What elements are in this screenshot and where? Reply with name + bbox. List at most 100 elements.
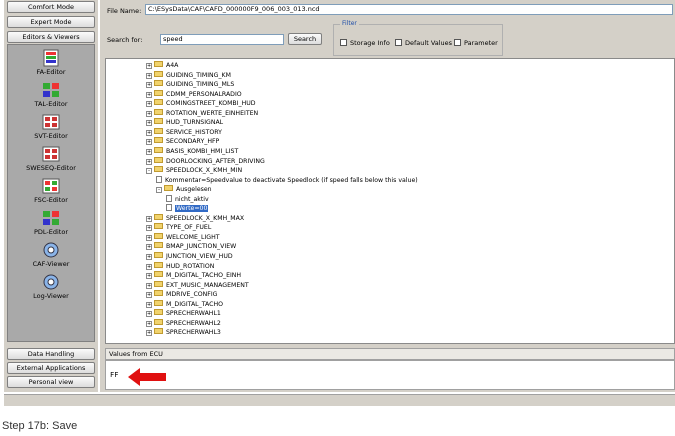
expand-icon[interactable]: + bbox=[146, 282, 152, 289]
expand-icon[interactable]: + bbox=[146, 139, 152, 146]
expand-icon[interactable]: + bbox=[146, 110, 152, 117]
tree-node[interactable]: + COMINGSTREET_KOMBI_HUD bbox=[146, 99, 256, 108]
tree-node[interactable]: - SPEEDLOCK_X_KMH_MIN bbox=[146, 166, 242, 175]
expand-icon[interactable]: + bbox=[146, 120, 152, 127]
tree-node[interactable]: + GUIDING_TIMING_MLS bbox=[146, 80, 234, 89]
expand-icon[interactable]: + bbox=[146, 254, 152, 260]
tree-node[interactable]: + HUD_TURNSIGNAL bbox=[146, 118, 223, 127]
tree-node[interactable]: - Ausgelesen bbox=[156, 185, 212, 194]
tool-pdl-editor[interactable]: PDL-Editor bbox=[8, 209, 94, 236]
tree-node[interactable]: + SPRECHERWAHL2 bbox=[146, 318, 221, 327]
tree-node-label: M_DIGITAL_TACHO bbox=[166, 300, 223, 308]
expand-icon[interactable]: + bbox=[146, 63, 152, 69]
tool-fa-editor[interactable]: FA-Editor bbox=[8, 49, 94, 76]
tree-node-label: BASIS_KOMBI_HMI_LIST bbox=[166, 147, 239, 155]
tool-sweseq-editor[interactable]: SWESEQ-Editor bbox=[8, 145, 94, 172]
data-handling-button[interactable]: Data Handling bbox=[7, 348, 95, 360]
tree-node[interactable]: Kommentar=Speedvalue to deactivate Speed… bbox=[156, 175, 418, 184]
comfort-mode-button[interactable]: Comfort Mode bbox=[7, 1, 95, 13]
search-input[interactable]: speed bbox=[160, 34, 284, 45]
collapse-icon[interactable]: - bbox=[146, 168, 152, 175]
folder-icon bbox=[154, 156, 163, 163]
expand-icon[interactable]: + bbox=[146, 273, 152, 280]
tree-node[interactable]: nicht_aktiv bbox=[166, 194, 209, 203]
tree-node[interactable]: + DOORLOCKING_AFTER_DRIVING bbox=[146, 156, 265, 165]
expand-icon[interactable]: + bbox=[146, 330, 152, 337]
tree-node[interactable]: + SPEEDLOCK_X_KMH_MAX bbox=[146, 213, 245, 222]
folder-icon bbox=[154, 232, 163, 239]
tool-log-viewer[interactable]: Log-Viewer bbox=[8, 273, 94, 300]
tree-node[interactable]: + A4A bbox=[146, 61, 178, 69]
collapse-icon[interactable]: - bbox=[156, 187, 162, 194]
expand-icon[interactable]: + bbox=[146, 148, 152, 155]
tool-caf-viewer[interactable]: CAF-Viewer bbox=[8, 241, 94, 268]
arrow-icon bbox=[128, 368, 166, 386]
expand-icon[interactable]: + bbox=[146, 158, 152, 165]
expand-icon[interactable]: + bbox=[146, 215, 152, 222]
expand-icon[interactable]: + bbox=[146, 292, 152, 299]
tree-node-label: EXT_MUSIC_MANAGEMENT bbox=[166, 281, 249, 289]
tree-node[interactable]: + ROTATION_WERTE_EINHEITEN bbox=[146, 108, 258, 117]
tree-node[interactable]: + SPRECHERWAHL1 bbox=[146, 309, 221, 318]
tree-node[interactable]: + M_DIGITAL_TACHO_EINH bbox=[146, 271, 242, 280]
editors-viewers-button[interactable]: Editors & Viewers bbox=[7, 31, 95, 43]
folder-icon bbox=[154, 328, 163, 335]
personal-view-button[interactable]: Personal view bbox=[7, 376, 95, 388]
tree-node-label: GUIDING_TIMING_KM bbox=[166, 71, 231, 79]
file-name-field[interactable]: C:\ESysData\CAF\CAFD_000000F9_006_003_01… bbox=[145, 4, 673, 15]
tree-node[interactable]: + SPRECHERWAHL3 bbox=[146, 328, 221, 337]
tree-node[interactable]: + SECONDARY_HFP bbox=[146, 137, 219, 146]
tree-node-label: WELCOME_LIGHT bbox=[166, 233, 220, 241]
tool-label: CAF-Viewer bbox=[32, 260, 70, 268]
expand-icon[interactable]: + bbox=[146, 101, 152, 108]
expand-icon[interactable]: + bbox=[146, 225, 152, 232]
storage-info-checkbox[interactable]: Storage Info bbox=[340, 39, 390, 47]
expand-icon[interactable]: + bbox=[146, 129, 152, 136]
folder-icon bbox=[154, 213, 163, 220]
parameter-checkbox[interactable]: Parameter bbox=[454, 39, 498, 47]
expand-icon[interactable]: + bbox=[146, 263, 152, 270]
tree-node[interactable]: + BASIS_KOMBI_HMI_LIST bbox=[146, 146, 239, 155]
expand-icon[interactable]: + bbox=[146, 91, 152, 98]
expand-icon[interactable]: + bbox=[146, 301, 152, 308]
tool-tal-editor[interactable]: TAL-Editor bbox=[8, 81, 94, 108]
tool-svt-editor[interactable]: SVT-Editor bbox=[8, 113, 94, 140]
folder-icon bbox=[154, 280, 163, 287]
ecu-value: FF bbox=[110, 371, 119, 379]
tree-node[interactable]: + GUIDING_TIMING_KM bbox=[146, 70, 231, 79]
expand-icon[interactable]: + bbox=[146, 244, 152, 251]
tree-node-label: M_DIGITAL_TACHO_EINH bbox=[166, 272, 242, 280]
folder-icon bbox=[154, 299, 163, 306]
tool-fsc-editor[interactable]: FSC-Editor bbox=[8, 177, 94, 204]
folder-icon bbox=[154, 89, 163, 96]
expand-icon[interactable]: + bbox=[146, 82, 152, 89]
tree-node[interactable]: + MDRIVE_CONFIG bbox=[146, 290, 217, 299]
folder-icon bbox=[164, 185, 173, 192]
folder-icon bbox=[154, 61, 163, 67]
tree-node[interactable]: + HUD_ROTATION bbox=[146, 261, 214, 270]
expert-mode-button[interactable]: Expert Mode bbox=[7, 16, 95, 28]
tool-label: FSC-Editor bbox=[34, 196, 68, 204]
tree-node[interactable]: + JUNCTION_VIEW_HUD bbox=[146, 252, 233, 260]
search-button[interactable]: Search bbox=[288, 33, 322, 45]
tree-node-label: SPRECHERWAHL2 bbox=[166, 319, 221, 327]
tree-node[interactable]: + EXT_MUSIC_MANAGEMENT bbox=[146, 280, 249, 289]
tree-node[interactable]: + CDMM_PERSONALRADIO bbox=[146, 89, 242, 98]
tree-node[interactable]: Werte=00 bbox=[166, 204, 209, 213]
tree-node[interactable]: + TYPE_OF_FUEL bbox=[146, 223, 211, 232]
left-panel: Comfort Mode Expert Mode Editors & Viewe… bbox=[4, 0, 98, 392]
tree-node[interactable]: + BMAP_JUNCTION_VIEW bbox=[146, 242, 236, 251]
expand-icon[interactable]: + bbox=[146, 234, 152, 241]
default-values-checkbox[interactable]: Default Values bbox=[395, 39, 452, 47]
tal-editor-icon bbox=[43, 83, 59, 97]
tree-node[interactable]: + M_DIGITAL_TACHO bbox=[146, 299, 223, 308]
tree-node-label: SPEEDLOCK_X_KMH_MAX bbox=[166, 214, 245, 222]
tree-node[interactable]: + WELCOME_LIGHT bbox=[146, 232, 220, 241]
folder-icon bbox=[154, 137, 163, 144]
expand-icon[interactable]: + bbox=[146, 311, 152, 318]
external-applications-button[interactable]: External Applications bbox=[7, 362, 95, 374]
expand-icon[interactable]: + bbox=[146, 72, 152, 79]
tree-node[interactable]: + SERVICE_HISTORY bbox=[146, 127, 222, 136]
expand-icon[interactable]: + bbox=[146, 320, 152, 327]
tool-label: FA-Editor bbox=[36, 68, 66, 76]
